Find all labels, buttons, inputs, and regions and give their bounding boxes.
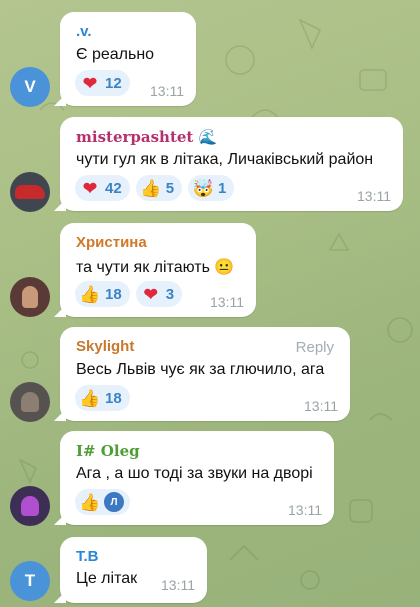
- reactions: 👍 18 ❤ 3: [75, 281, 183, 307]
- reaction-count: 18: [105, 285, 122, 303]
- message-bubble[interactable]: I# Oleg Ага , а шо тоді за звуки на двор…: [60, 431, 334, 525]
- reaction-thumbs-up[interactable]: 👍 Л: [75, 489, 130, 515]
- avatar[interactable]: V: [10, 67, 50, 107]
- reaction-thumbs-up[interactable]: 👍 18: [75, 385, 130, 411]
- message-text: Ага , а шо тоді за звуки на дворі: [76, 465, 313, 482]
- message-text: та чути як літають 😐: [76, 259, 235, 276]
- person-avatar-icon: [21, 496, 39, 516]
- heart-icon: ❤: [143, 284, 158, 304]
- thumbs-up-icon: 👍: [79, 388, 101, 408]
- person-avatar-icon: [21, 392, 39, 412]
- reactions: 👍 18: [75, 385, 130, 411]
- car-avatar-icon: [15, 185, 45, 199]
- reaction-count: 18: [105, 389, 122, 407]
- person-avatar-icon: [22, 286, 38, 308]
- avatar-letter: V: [24, 77, 36, 96]
- exploding-head-icon: 🤯: [192, 178, 214, 198]
- sender-name[interactable]: misterpashtet 🌊: [76, 128, 217, 146]
- message-bubble[interactable]: T.B Це літак 13:11: [60, 537, 207, 603]
- reaction-heart[interactable]: ❤ 12: [75, 70, 130, 96]
- reactions: ❤ 12: [75, 70, 130, 96]
- thumbs-up-icon: 👍: [140, 178, 162, 198]
- avatar[interactable]: [10, 172, 50, 212]
- reply-button[interactable]: Reply: [296, 339, 334, 356]
- avatar[interactable]: [10, 382, 50, 422]
- message-text: Це літак: [76, 570, 138, 587]
- avatar[interactable]: T: [10, 561, 50, 601]
- sender-name[interactable]: Skylight: [76, 338, 134, 355]
- avatar[interactable]: [10, 277, 50, 317]
- avatar-letter: T: [24, 571, 36, 590]
- sender-name[interactable]: T.B: [76, 548, 99, 565]
- sender-name[interactable]: .v.: [76, 23, 92, 40]
- message-bubble[interactable]: Христина та чути як літають 😐 👍 18 ❤ 3 1…: [60, 223, 256, 317]
- reaction-count: 12: [105, 74, 122, 92]
- message-text: Весь Львів чує як за глючило, ага: [76, 361, 325, 378]
- reaction-exploding-head[interactable]: 🤯 1: [188, 175, 235, 201]
- message-time: 13:11: [150, 83, 184, 99]
- heart-icon: ❤: [82, 73, 98, 93]
- reaction-heart[interactable]: ❤ 3: [135, 281, 183, 307]
- message-bubble[interactable]: misterpashtet 🌊 чути гул як в літака, Ли…: [60, 117, 403, 211]
- message-text: Є реально: [76, 46, 155, 63]
- reactor-avatar: Л: [103, 491, 125, 513]
- message-time: 13:11: [304, 398, 338, 414]
- thumbs-up-icon: 👍: [79, 492, 101, 512]
- thumbs-up-icon: 👍: [79, 284, 101, 304]
- message-text: чути гул як в літака, Личаківський район: [76, 151, 374, 168]
- avatar[interactable]: [10, 486, 50, 526]
- message-time: 13:11: [357, 188, 391, 204]
- reaction-thumbs-up[interactable]: 👍 5: [135, 175, 183, 201]
- reaction-thumbs-up[interactable]: 👍 18: [75, 281, 130, 307]
- sender-name[interactable]: Христина: [76, 234, 147, 251]
- message-time: 13:11: [161, 577, 195, 593]
- reaction-count: 1: [218, 179, 227, 197]
- reaction-count: 42: [105, 179, 122, 197]
- chat-history[interactable]: V .v. Є реально ❤ 12 13:11 misterpashtet…: [0, 0, 420, 607]
- sender-name[interactable]: I# Oleg: [76, 442, 140, 460]
- reactions: 👍 Л: [75, 489, 130, 515]
- reactions: ❤ 42 👍 5 🤯 1: [75, 175, 235, 201]
- reaction-heart[interactable]: ❤ 42: [75, 175, 130, 201]
- heart-icon: ❤: [82, 178, 98, 198]
- message-time: 13:11: [210, 294, 244, 310]
- reaction-count: 5: [165, 179, 175, 197]
- message-bubble[interactable]: .v. Є реально ❤ 12 13:11: [60, 12, 196, 106]
- reaction-count: 3: [165, 285, 175, 303]
- message-bubble[interactable]: Skylight Reply Весь Львів чує як за глюч…: [60, 327, 350, 421]
- message-time: 13:11: [288, 502, 322, 518]
